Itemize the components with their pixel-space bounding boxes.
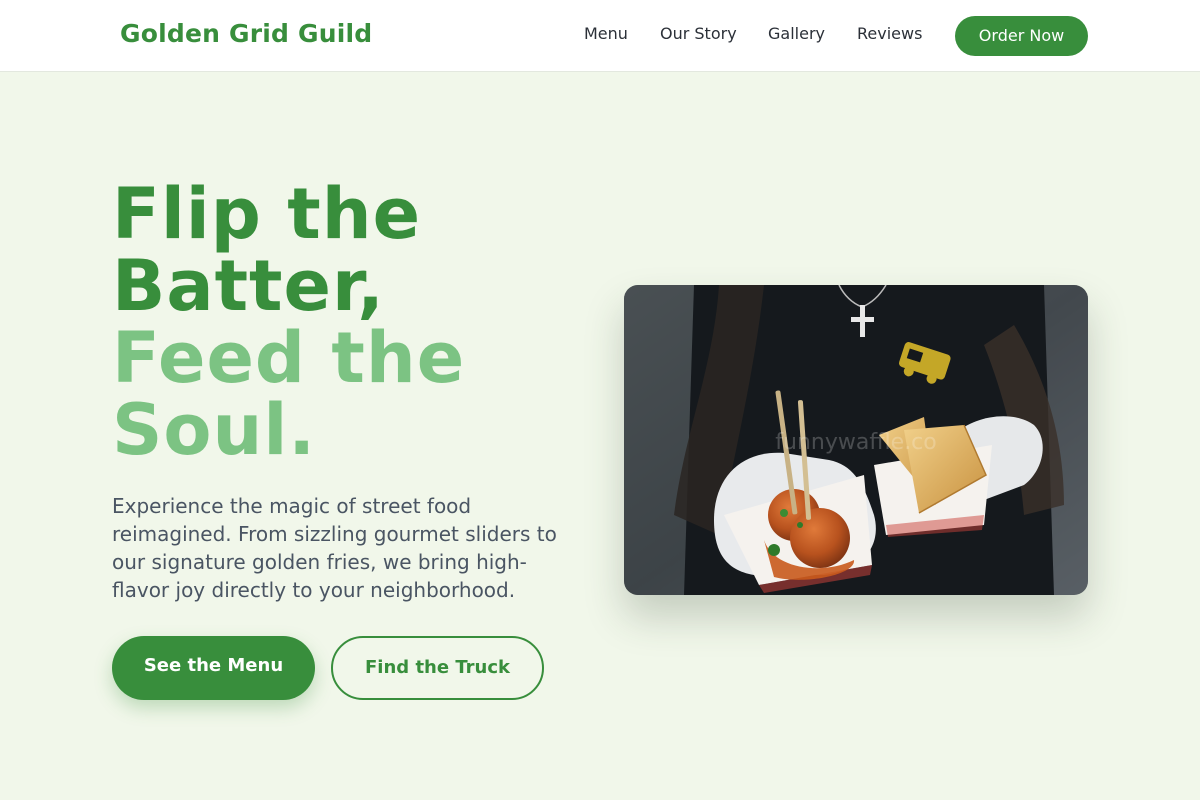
hero-title-line-1: Flip the (112, 173, 422, 255)
nav-link-our-story[interactable]: Our Story (660, 24, 737, 43)
hero-title-line-4: Soul. (112, 389, 316, 471)
hero-title-line-2: Batter, (112, 245, 385, 327)
hero-title: Flip the Batter, Feed the Soul. (112, 178, 465, 466)
find-the-truck-button[interactable]: Find the Truck (331, 636, 544, 700)
see-the-menu-button[interactable]: See the Menu (112, 636, 315, 700)
hero-title-line-3: Feed the (112, 317, 466, 399)
navbar: Golden Grid Guild Menu Our Story Gallery… (0, 0, 1200, 72)
nav-link-reviews[interactable]: Reviews (857, 24, 922, 43)
image-watermark: funnywaffle.co (775, 430, 936, 455)
order-now-button[interactable]: Order Now (955, 16, 1088, 56)
hero-food-photo: funnywaffle.co (624, 285, 1088, 595)
nav-link-gallery[interactable]: Gallery (768, 24, 825, 43)
nav-link-menu[interactable]: Menu (584, 24, 628, 43)
brand-logo-text[interactable]: Golden Grid Guild (120, 19, 372, 48)
hero-description: Experience the magic of street food reim… (112, 494, 557, 602)
